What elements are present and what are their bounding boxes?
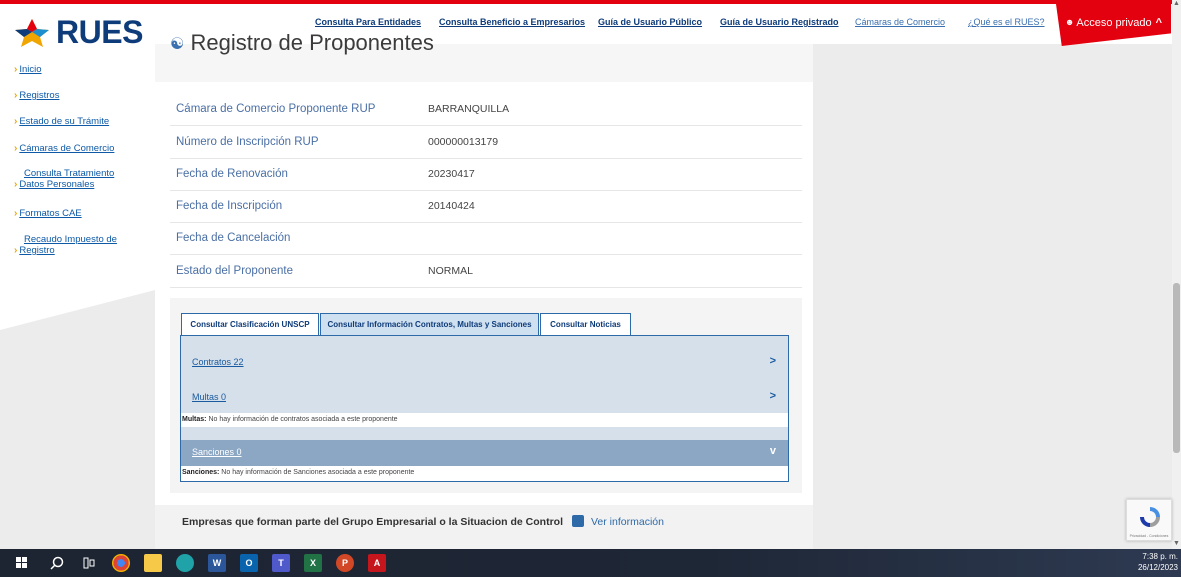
info-row: Fecha de Renovación 20230417	[170, 158, 802, 191]
sanciones-note: Sanciones: No hay información de Sancion…	[182, 469, 415, 476]
scroll-up-arrow-icon[interactable]: ▲	[1173, 0, 1180, 8]
sidebar-item-estado-tramite[interactable]: › Estado de su Trámite	[14, 116, 109, 127]
info-row: Número de Inscripción RUP 000000013179	[170, 126, 802, 159]
tab-contratos-multas-sanciones[interactable]: Consultar Información Contratos, Multas …	[320, 313, 539, 335]
accordion-multas-label[interactable]: Multas 0	[192, 392, 226, 402]
handshake-icon: ☯	[170, 36, 185, 54]
multas-note: Multas: No hay información de contratos …	[182, 416, 398, 423]
page-title: ☯ Registro de Proponentes	[170, 30, 434, 55]
row-label: Cámara de Comercio Proponente RUP	[176, 103, 376, 115]
row-value: NORMAL	[428, 265, 473, 277]
row-value: BARRANQUILLA	[428, 103, 510, 115]
search-icon[interactable]	[48, 554, 66, 572]
powerpoint-icon[interactable]: P	[336, 554, 354, 572]
recaptcha-text: Privacidad - Condiciones	[1129, 534, 1169, 538]
info-row: Estado del Proponente NORMAL	[170, 255, 802, 288]
accordion-contratos-label[interactable]: Contratos 22	[192, 357, 244, 367]
sidebar-item-registros[interactable]: › Registros	[14, 90, 59, 101]
rues-logo[interactable]: RUES	[12, 14, 143, 51]
header-link-camaras[interactable]: Cámaras de Comercio	[855, 17, 945, 27]
accordion-contratos[interactable]: Contratos 22 >	[181, 336, 788, 384]
row-label: Fecha de Inscripción	[176, 200, 283, 212]
chevron-right-icon: >	[769, 390, 776, 402]
tab-noticias[interactable]: Consultar Noticias	[540, 313, 631, 335]
chevron-right-icon: >	[769, 355, 776, 367]
chevron-up-icon: ^	[1155, 17, 1163, 29]
outlook-icon[interactable]: O	[240, 554, 258, 572]
info-row: Cámara de Comercio Proponente RUP BARRAN…	[170, 93, 802, 126]
acrobat-icon[interactable]: A	[368, 554, 386, 572]
sidebar-item-inicio[interactable]: › Inicio	[14, 64, 42, 75]
chevron-right-icon: ›	[14, 208, 18, 219]
chrome-icon[interactable]	[112, 554, 130, 572]
windows-icon[interactable]	[13, 554, 31, 572]
sidebar-item-recaudo-impuesto[interactable]: Recaudo Impuesto de › Registro	[14, 234, 117, 256]
chevron-right-icon: ›	[14, 90, 18, 101]
grupo-empresarial-text: Empresas que forman parte del Grupo Empr…	[182, 516, 564, 528]
sidebar-item-camaras[interactable]: › Cámaras de Comercio	[14, 143, 114, 154]
header-link-beneficio-empresarios[interactable]: Consulta Beneficio a Empresarios	[439, 17, 585, 27]
user-icon: ☻	[1064, 17, 1075, 27]
header-link-guia-publico[interactable]: Guía de Usuario Público	[598, 17, 702, 27]
row-value: 20230417	[428, 168, 475, 180]
row-label: Fecha de Renovación	[176, 168, 288, 180]
scrollbar-thumb[interactable]	[1173, 283, 1180, 453]
clock-date: 26/12/2023	[1137, 563, 1178, 572]
task-view-icon[interactable]	[80, 554, 98, 572]
accordion-spacer	[181, 427, 788, 440]
ver-informacion-link[interactable]: Ver información	[591, 516, 664, 528]
tab-clasificacion-unscp[interactable]: Consultar Clasificación UNSCP	[181, 313, 319, 335]
accordion-sanciones-label[interactable]: Sanciones 0	[192, 447, 242, 457]
row-value: 20140424	[428, 200, 475, 212]
chevron-right-icon: ›	[14, 245, 18, 256]
accordion-multas[interactable]: Multas 0 >	[181, 384, 788, 413]
chevron-right-icon: ›	[14, 64, 18, 75]
taskbar-clock[interactable]: 7:38 p. m. 26/12/2023	[1118, 551, 1178, 573]
row-label: Fecha de Cancelación	[176, 232, 291, 244]
recaptcha-icon	[1140, 507, 1160, 527]
scrollbar-track[interactable]	[1172, 0, 1181, 549]
row-value: 000000013179	[428, 136, 499, 148]
header-link-guia-registrado[interactable]: Guía de Usuario Registrado	[720, 17, 839, 27]
sidebar-item-formatos-cae[interactable]: › Formatos CAE	[14, 208, 82, 219]
chevron-right-icon: ›	[14, 116, 18, 127]
excel-icon[interactable]: X	[304, 554, 322, 572]
info-row: Fecha de Cancelación	[170, 222, 802, 255]
row-label: Estado del Proponente	[176, 265, 294, 277]
scroll-down-arrow-icon[interactable]: ▼	[1173, 540, 1180, 548]
word-icon[interactable]: W	[208, 554, 226, 572]
building-icon	[572, 515, 584, 527]
chevron-right-icon: ›	[14, 143, 18, 154]
rues-star-icon	[15, 18, 49, 47]
edge-icon[interactable]	[176, 554, 194, 572]
header-link-consulta-entidades[interactable]: Consulta Para Entidades	[315, 17, 421, 27]
logo-text: RUES	[56, 14, 143, 50]
row-label: Número de Inscripción RUP	[176, 136, 319, 148]
info-row: Fecha de Inscripción 20140424	[170, 190, 802, 223]
chevron-down-icon: v	[769, 445, 776, 457]
clock-time: 7:38 p. m.	[1142, 552, 1178, 561]
teams-icon[interactable]: T	[272, 554, 290, 572]
chevron-right-icon: ›	[14, 179, 18, 190]
file-explorer-icon[interactable]	[144, 554, 162, 572]
sidebar-tail	[0, 290, 155, 330]
sidebar-item-tratamiento-datos[interactable]: Consulta Tratamiento › Datos Personales	[14, 168, 114, 190]
recaptcha-badge[interactable]: Privacidad - Condiciones	[1126, 499, 1172, 541]
accordion-sanciones[interactable]: Sanciones 0 v	[181, 440, 788, 466]
header-link-que-es-rues[interactable]: ¿Qué es el RUES?	[968, 17, 1045, 27]
